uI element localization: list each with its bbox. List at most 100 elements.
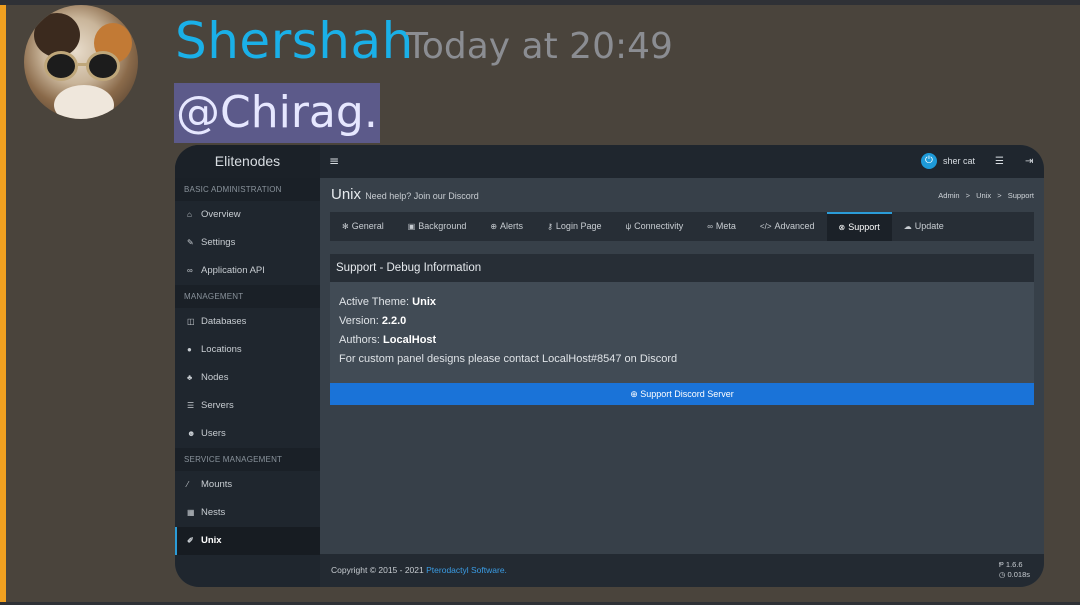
sidebar-item-databases[interactable]: ◫ Databases (175, 308, 320, 336)
sidebar-item-label: Locations (201, 344, 242, 355)
version-label: Version: (339, 315, 379, 327)
sidebar-item-mounts[interactable]: ⁄ Mounts (175, 471, 320, 499)
tab-label: Alerts (500, 221, 524, 231)
tab-general[interactable]: ✻ General (330, 212, 396, 241)
logout-icon[interactable]: ⇥ (1025, 145, 1033, 178)
breadcrumb-support: Support (1007, 191, 1034, 200)
wrench-icon: ✎ (187, 238, 194, 247)
power-icon[interactable]: ⏻ (921, 153, 937, 169)
breadcrumb: Admin > Unix > Support (938, 191, 1034, 200)
home-icon: ⌂ (187, 210, 192, 219)
tab-label: Support (848, 222, 880, 232)
cloud-download-icon: ☁ (903, 222, 912, 231)
debug-info-title: Support - Debug Information (330, 254, 1034, 282)
panel-brand[interactable]: Elitenodes (175, 145, 320, 178)
breadcrumb-unix[interactable]: Unix (976, 191, 991, 200)
authors-label: Authors: (339, 334, 380, 346)
sidebar-item-servers[interactable]: ☰ Servers (175, 392, 320, 420)
panel-version-value: 1.6.6 (1005, 560, 1023, 569)
render-time-value: 0.018s (1007, 570, 1030, 579)
life-ring-icon: ⊕ (630, 389, 641, 399)
server-list-icon[interactable]: ☰ (995, 145, 1004, 178)
sidebar-item-nodes[interactable]: ♣ Nodes (175, 364, 320, 392)
hamburger-icon[interactable]: ≡ (329, 154, 339, 168)
breadcrumb-separator: > (997, 191, 1002, 200)
pterodactyl-link[interactable]: Pterodactyl Software. (426, 565, 507, 575)
message-accent-bar (0, 5, 6, 605)
users-icon: ☻ (187, 429, 196, 438)
tab-meta[interactable]: ∞ Meta (695, 212, 748, 241)
x-circle-icon: ⊗ (838, 223, 846, 232)
sidebar-item-label: Databases (201, 316, 247, 327)
sitemap-icon: ♣ (187, 373, 193, 382)
tab-alerts[interactable]: ⊕ Alerts (478, 212, 535, 241)
active-theme-row: Active Theme: Unix (339, 293, 1025, 312)
tab-support[interactable]: ⊗ Support (826, 212, 892, 241)
database-icon: ◫ (187, 317, 195, 326)
sidebar-section-basic: BASIC ADMINISTRATION (175, 178, 320, 201)
tab-bar: ✻ General ▣ Background ⊕ Alerts ⚷ Login Page… (330, 212, 1034, 241)
plus-circle-icon: ⊕ (490, 222, 498, 231)
version-value: 2.2.0 (381, 315, 407, 327)
sidebar-item-label: Users (201, 428, 226, 439)
username[interactable]: Shershah (175, 12, 414, 70)
timestamp: Today at 20:49 (406, 26, 673, 67)
active-theme-label: Active Theme: (339, 296, 410, 308)
grid-icon: ▦ (187, 508, 195, 517)
tab-label: General (351, 221, 384, 231)
image-icon: ▣ (407, 222, 416, 231)
avatar[interactable] (24, 5, 138, 119)
sidebar-item-label: Overview (201, 209, 241, 220)
tab-background[interactable]: ▣ Background (396, 212, 479, 241)
sidebar-item-label: Mounts (201, 479, 233, 490)
panel-user[interactable]: sher cat (943, 145, 975, 178)
globe-icon: ● (187, 345, 192, 354)
page-subtitle: Need help? Join our Discord (365, 191, 479, 201)
panel-content: Unix Need help? Join our Discord Admin >… (320, 178, 1044, 554)
authors-value: LocalHost (383, 334, 437, 346)
sidebar-item-label: Application API (201, 265, 265, 276)
sidebar-section-service: SERVICE MANAGEMENT (175, 448, 320, 471)
sunglasses-left (44, 51, 78, 81)
sidebar-item-settings[interactable]: ✎ Settings (175, 229, 320, 257)
sidebar-item-label: Unix (201, 535, 222, 546)
sidebar-item-users[interactable]: ☻ Users (175, 420, 320, 448)
support-discord-button[interactable]: ⊕ Support Discord Server (330, 383, 1034, 405)
sidebar-item-unix[interactable]: ✐ Unix (175, 527, 320, 555)
breadcrumb-admin[interactable]: Admin (938, 191, 959, 200)
tab-advanced[interactable]: </> Advanced (748, 212, 827, 241)
debug-info-body: Active Theme: Unix Version: 2.2.0 Author… (330, 282, 1034, 369)
server-icon: ☰ (187, 401, 195, 410)
page-title: Unix Need help? Join our Discord (331, 186, 479, 203)
magic-icon: ⁄ (187, 480, 189, 489)
user-mention[interactable]: @Chirag. (174, 83, 380, 143)
sidebar-item-overview[interactable]: ⌂ Overview (175, 201, 320, 229)
sidebar-item-nests[interactable]: ▦ Nests (175, 499, 320, 527)
sidebar-item-label: Nests (201, 507, 226, 518)
panel-topbar: Elitenodes ≡ ⏻ sher cat ☰ ⇥ (175, 145, 1044, 178)
tab-update[interactable]: ☁ Update (892, 212, 956, 241)
panel-footer: Copyright © 2015 - 2021 Pterodactyl Soft… (320, 554, 1044, 587)
tab-label: Background (418, 221, 467, 231)
page-title-text: Unix (331, 186, 362, 203)
debug-info-box: Support - Debug Information Active Theme… (330, 254, 1034, 405)
active-theme-value: Unix (412, 296, 437, 308)
render-time: ◷ 0.018s (999, 570, 1030, 580)
sidebar-item-locations[interactable]: ● Locations (175, 336, 320, 364)
brush-icon: ✐ (187, 536, 194, 545)
breadcrumb-separator: > (965, 191, 971, 200)
tab-label: Login Page (555, 221, 602, 231)
sidebar-item-label: Servers (201, 400, 234, 411)
contact-text: For custom panel designs please contact … (339, 353, 678, 365)
sidebar-item-label: Nodes (201, 372, 229, 383)
version-row: Version: 2.2.0 (339, 312, 1025, 331)
plug-icon: ψ (625, 222, 632, 231)
gear-icon: ✻ (342, 222, 349, 231)
embedded-screenshot[interactable]: Elitenodes ≡ ⏻ sher cat ☰ ⇥ BASIC ADMINI… (175, 145, 1044, 587)
sidebar-item-application-api[interactable]: ∞ Application API (175, 257, 320, 285)
code-icon: </> (759, 222, 772, 231)
tab-login-page[interactable]: ⚷ Login Page (535, 212, 613, 241)
tab-connectivity[interactable]: ψ Connectivity (613, 212, 695, 241)
sidebar-item-label: Settings (201, 237, 236, 248)
version-info: Ᵽ 1.6.6 ◷ 0.018s (999, 560, 1030, 580)
